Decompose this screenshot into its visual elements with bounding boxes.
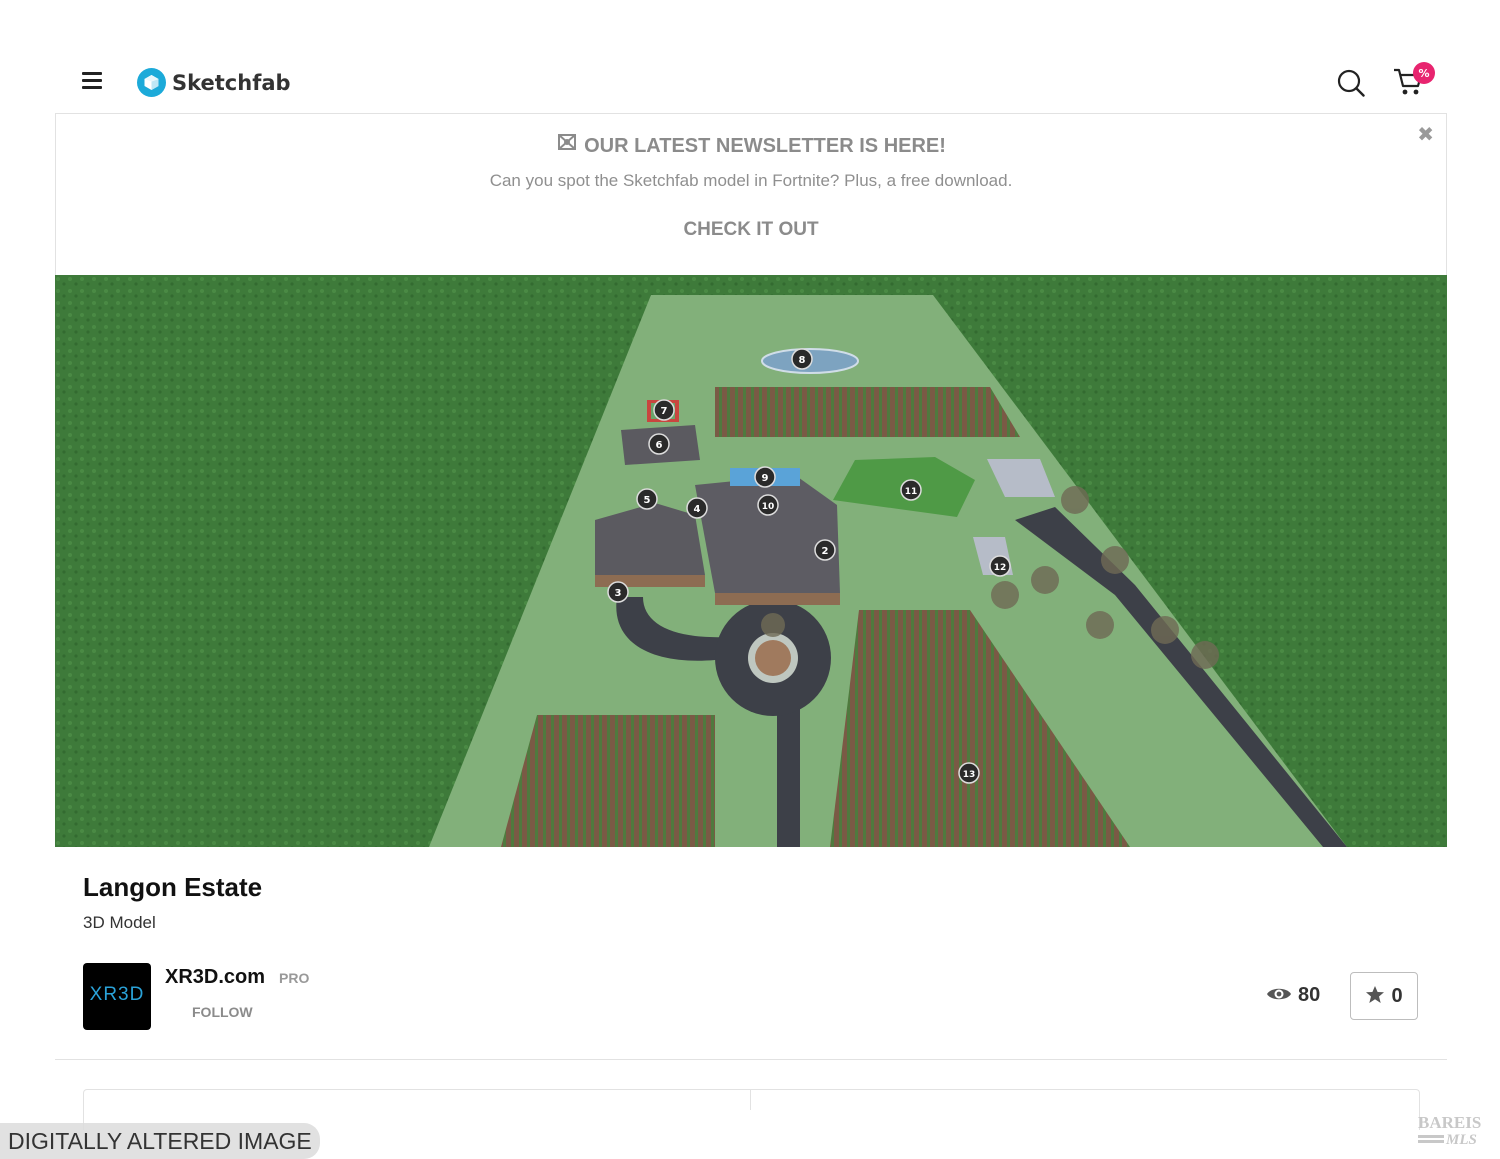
mls-logo: BAREIS MLS bbox=[1416, 1110, 1494, 1150]
author-avatar[interactable]: XR3D bbox=[83, 963, 151, 1030]
digitally-altered-watermark: DIGITALLY ALTERED IMAGE bbox=[0, 1123, 320, 1159]
hotspot-label: 3 bbox=[615, 588, 622, 599]
check-it-out-link[interactable]: CHECK IT OUT bbox=[56, 219, 1446, 241]
newsletter-banner: ✖ OUR LATEST NEWSLETTER IS HERE! Can you… bbox=[55, 113, 1447, 275]
pro-badge: PRO bbox=[279, 970, 310, 986]
star-icon bbox=[1365, 985, 1385, 1008]
search-icon[interactable] bbox=[1337, 69, 1365, 97]
model-viewer[interactable]: 2 3 4 5 6 7 8 9 10 11 12 13 bbox=[55, 275, 1447, 847]
hotspot-label: 8 bbox=[799, 355, 806, 366]
top-navigation-bar: Sketchfab % bbox=[55, 52, 1447, 112]
eye-icon bbox=[1266, 985, 1292, 1007]
hotspot-label: 2 bbox=[822, 546, 829, 557]
newsletter-icon bbox=[556, 132, 578, 157]
author-name-link[interactable]: XR3D.com bbox=[165, 966, 265, 989]
banner-title: OUR LATEST NEWSLETTER IS HERE! bbox=[56, 132, 1446, 158]
cart-discount-badge: % bbox=[1413, 62, 1435, 84]
view-count: 80 bbox=[1266, 984, 1320, 1007]
tabs-divider bbox=[750, 1090, 751, 1110]
sketchfab-cube-icon bbox=[137, 68, 166, 97]
section-divider bbox=[55, 1059, 1447, 1060]
hotspot-label: 5 bbox=[644, 495, 651, 506]
like-button[interactable]: 0 bbox=[1350, 972, 1418, 1020]
model-type: 3D Model bbox=[83, 913, 156, 932]
hotspot-label: 7 bbox=[661, 406, 668, 417]
model-title: Langon Estate bbox=[83, 872, 263, 902]
menu-icon[interactable] bbox=[82, 72, 102, 90]
like-count-value: 0 bbox=[1391, 984, 1403, 1007]
hotspot-label: 9 bbox=[762, 473, 769, 484]
hotspot-label: 13 bbox=[963, 770, 976, 780]
svg-text:MLS: MLS bbox=[1445, 1132, 1477, 1148]
avatar-logo-text: XR3D bbox=[89, 984, 145, 1005]
hotspot-label: 11 bbox=[905, 487, 918, 497]
follow-button[interactable]: FOLLOW bbox=[192, 1004, 253, 1020]
hotspot-label: 4 bbox=[694, 504, 701, 515]
hotspot-label: 10 bbox=[762, 502, 775, 512]
svg-text:BAREIS: BAREIS bbox=[1418, 1113, 1481, 1132]
banner-subtitle: Can you spot the Sketchfab model in Fort… bbox=[489, 171, 1013, 190]
brand-name: Sketchfab bbox=[172, 70, 291, 95]
hotspot-label: 6 bbox=[656, 440, 663, 451]
view-count-value: 80 bbox=[1298, 984, 1321, 1006]
sketchfab-logo[interactable]: Sketchfab bbox=[137, 68, 291, 97]
banner-title-text: OUR LATEST NEWSLETTER IS HERE! bbox=[584, 135, 946, 157]
hotspot-label: 12 bbox=[994, 563, 1007, 573]
